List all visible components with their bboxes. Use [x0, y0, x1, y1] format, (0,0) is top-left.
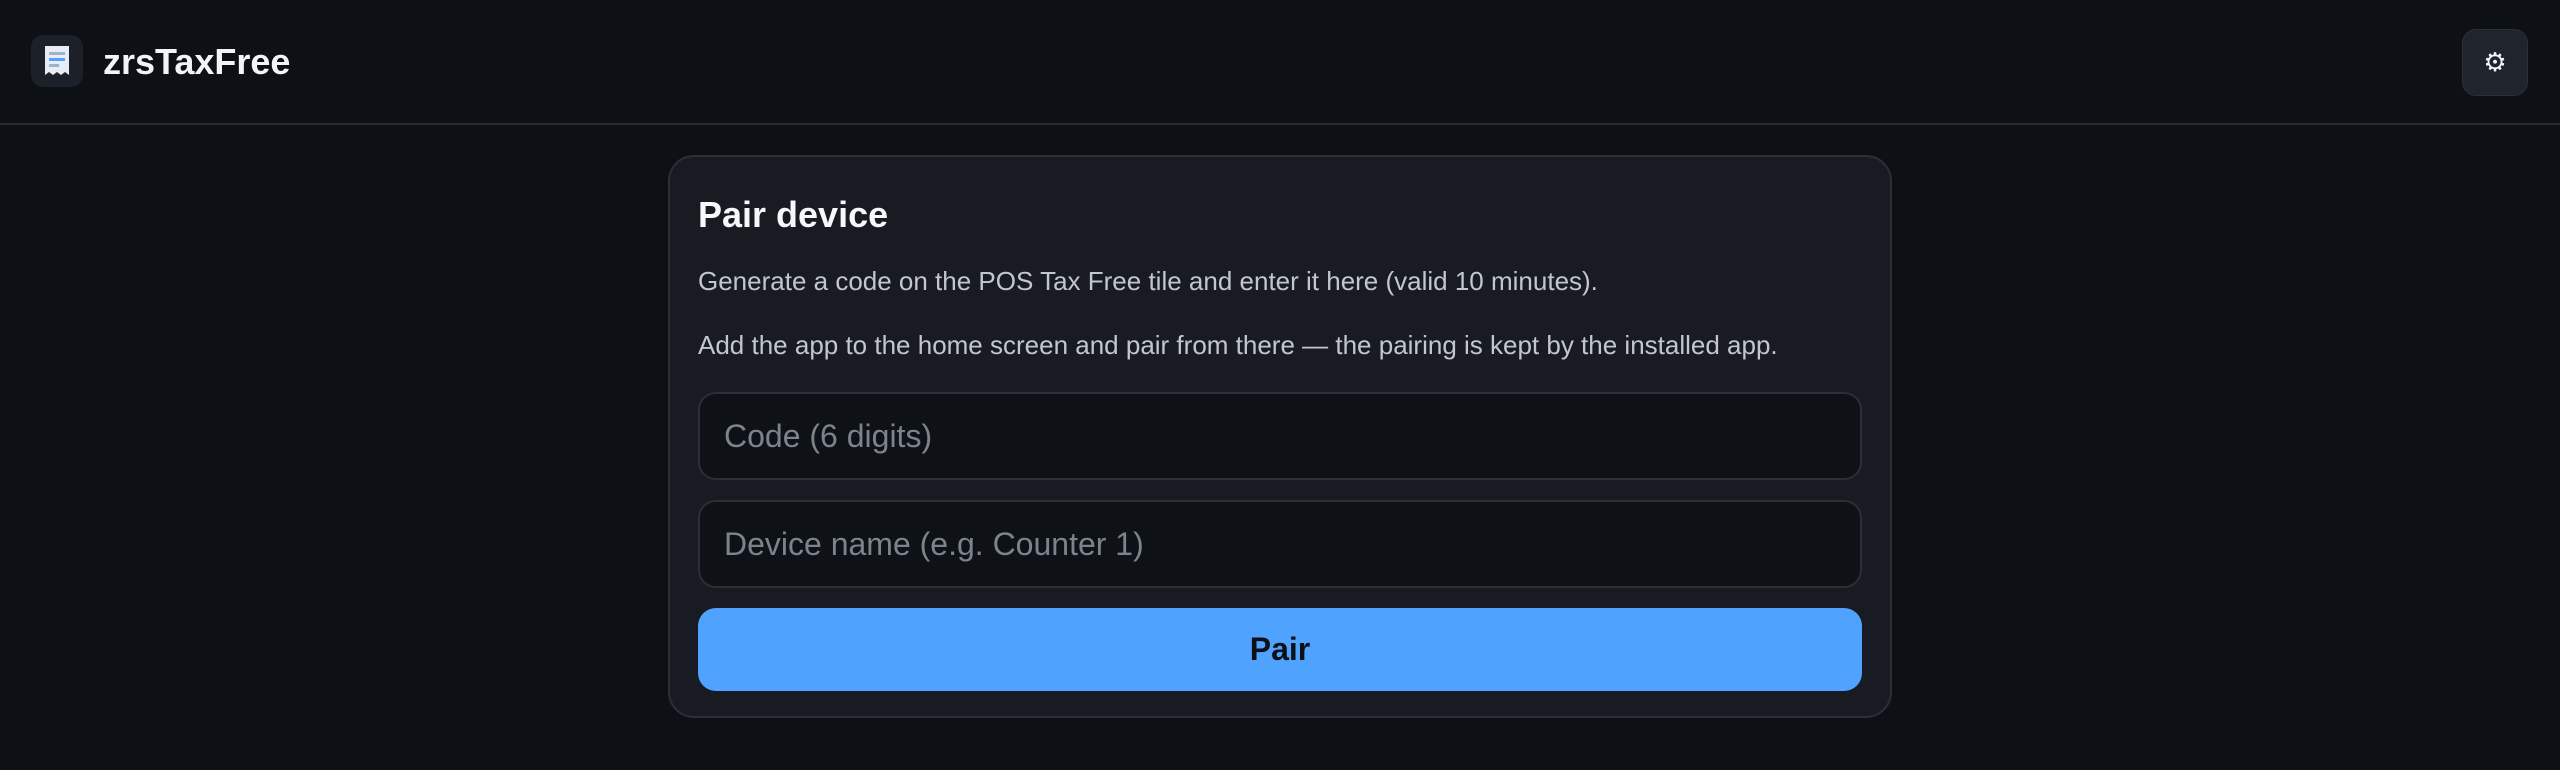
settings-button[interactable]: ⚙ — [2462, 29, 2528, 96]
install-hint: Add the app to the home screen and pair … — [698, 330, 1778, 360]
device-name-input[interactable] — [698, 500, 1862, 588]
pair-instructions: Generate a code on the POS Tax Free tile… — [698, 266, 1598, 296]
app-title: zrsTaxFree — [103, 41, 291, 82]
card-title: Pair device — [698, 194, 889, 235]
code-input[interactable] — [698, 392, 1862, 480]
pair-button[interactable]: Pair — [698, 608, 1862, 691]
pair-device-card: Pair device Generate a code on the POS T… — [668, 155, 1892, 718]
app-header: zrsTaxFree ⚙ — [0, 0, 2560, 125]
gear-icon: ⚙ — [2483, 47, 2507, 77]
receipt-icon — [31, 35, 83, 87]
